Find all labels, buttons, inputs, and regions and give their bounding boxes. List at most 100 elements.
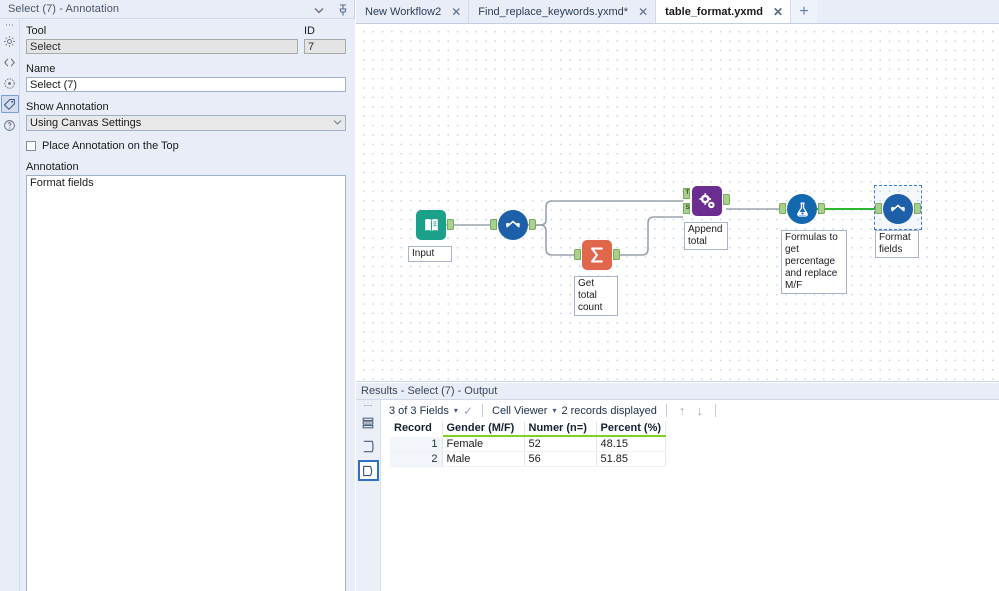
results-rail-output[interactable]: [357, 460, 379, 481]
book-icon: [416, 210, 446, 240]
check-icon[interactable]: ✓: [463, 404, 473, 418]
input-anchor-source[interactable]: S: [683, 203, 690, 214]
id-field-group: ID: [304, 25, 346, 54]
tool-append[interactable]: T S Append total: [683, 186, 730, 250]
toolbar-divider: [665, 404, 667, 417]
output-anchor[interactable]: [613, 249, 620, 260]
tool-id-row: Tool ID: [26, 25, 346, 54]
tool-icon-wrap: [574, 240, 620, 270]
id-field-label: ID: [304, 25, 315, 37]
show-annotation-select[interactable]: Using Canvas SettingsAlwaysNever: [26, 115, 346, 131]
panel-drag-handle[interactable]: [3, 21, 17, 29]
tool-icon-wrap: [875, 194, 921, 224]
tool-field-group: Tool: [26, 25, 298, 54]
results-rail-sigma[interactable]: [358, 436, 379, 457]
tool-field-label: Tool: [26, 25, 47, 37]
cell-record: 1: [390, 436, 443, 452]
results-rail-data-stack[interactable]: [358, 412, 379, 433]
cell-record: 2: [390, 451, 443, 467]
results-data-table[interactable]: Record Gender (M/F) Numer (n=) Percent (…: [390, 421, 667, 467]
column-header-percent[interactable]: Percent (%): [596, 421, 667, 437]
tool-label-append: Append total: [684, 222, 728, 250]
chevron-down-icon[interactable]: ▾: [454, 406, 458, 415]
chevron-down-icon[interactable]: [312, 3, 326, 17]
show-annotation-label: Show Annotation: [26, 101, 109, 113]
annotation-textarea[interactable]: [26, 175, 346, 591]
tab-close-icon[interactable]: ✕: [638, 6, 648, 18]
place-on-top-label: Place Annotation on the Top: [42, 140, 179, 152]
tab-close-icon[interactable]: ✕: [451, 6, 461, 18]
name-field-label: Name: [26, 63, 56, 75]
cell-percent: 48.15: [596, 436, 667, 452]
fields-selector[interactable]: 3 of 3 Fields: [389, 405, 449, 417]
output-anchor[interactable]: [818, 203, 825, 214]
id-field[interactable]: [304, 39, 346, 54]
tool-label-input: Input: [408, 246, 452, 262]
sigma-panel-icon: [363, 440, 374, 453]
workflow-canvas[interactable]: Input Get total count T S Append total F…: [356, 24, 999, 382]
name-field[interactable]: [26, 77, 346, 92]
results-drag-handle[interactable]: [361, 402, 375, 409]
tool-formula[interactable]: Formulas to get percentage and replace M…: [779, 194, 847, 294]
select-icon: [498, 210, 528, 240]
input-anchor-target[interactable]: T: [683, 188, 690, 199]
help-icon: [4, 119, 15, 131]
config-panel-window-controls: [312, 0, 350, 19]
rail-item-interface-designer[interactable]: [1, 74, 19, 92]
table-row[interactable]: 2 Male 56 51.85: [390, 451, 667, 467]
cell-viewer-selector[interactable]: Cell Viewer: [492, 405, 547, 417]
place-on-top-checkbox[interactable]: [26, 141, 36, 151]
input-anchor[interactable]: [490, 219, 497, 230]
rail-item-xml[interactable]: [1, 53, 19, 71]
chevron-down-icon[interactable]: ▾: [552, 406, 556, 415]
tool-field[interactable]: [26, 39, 298, 54]
anchor-letter-s: S: [685, 205, 690, 211]
results-panel: Results - Select (7) - Output 3 of 3 Fie…: [356, 383, 999, 591]
place-on-top-row[interactable]: Place Annotation on the Top: [26, 140, 346, 152]
config-panel-title: Select (7) - Annotation: [8, 3, 120, 15]
records-displayed-label: 2 records displayed: [561, 404, 657, 417]
tab-new-workflow2[interactable]: New Workflow2 ✕: [356, 0, 470, 23]
column-header-numer[interactable]: Numer (n=): [524, 421, 597, 437]
input-anchor[interactable]: [779, 203, 786, 214]
results-toolbar: 3 of 3 Fields ▾ ✓ Cell Viewer ▾ 2 record…: [382, 400, 999, 421]
pin-icon[interactable]: [336, 3, 350, 17]
cell-gender: Female: [442, 436, 525, 452]
rail-item-configuration[interactable]: [1, 32, 19, 50]
output-anchor[interactable]: [723, 194, 730, 205]
config-panel-titlebar: Select (7) - Annotation: [0, 0, 354, 19]
cell-numer: 52: [524, 436, 597, 452]
tool-select-2[interactable]: Format fields: [874, 185, 922, 258]
output-anchor[interactable]: [447, 219, 454, 230]
column-header-record[interactable]: Record: [390, 421, 443, 437]
tool-select-1[interactable]: [490, 210, 536, 240]
output-anchor[interactable]: [529, 219, 536, 230]
output-anchor[interactable]: [914, 203, 921, 214]
input-anchor[interactable]: [875, 203, 882, 214]
table-header: Record Gender (M/F) Numer (n=) Percent (…: [390, 421, 667, 437]
anchor-letter-t: T: [685, 190, 690, 196]
table-row[interactable]: 1 Female 52 48.15: [390, 436, 667, 452]
tab-label: Find_replace_keywords.yxmd*: [478, 5, 629, 18]
tool-summarize[interactable]: Get total count: [574, 240, 620, 316]
table-header-row: Record Gender (M/F) Numer (n=) Percent (…: [390, 421, 667, 437]
column-header-gender[interactable]: Gender (M/F): [442, 421, 525, 437]
tab-close-icon[interactable]: ✕: [773, 6, 783, 18]
scroll-down-icon[interactable]: ↓: [693, 403, 706, 418]
tool-input[interactable]: Input: [408, 210, 454, 262]
table-body: 1 Female 52 48.15 2 Male 56 51.85: [390, 436, 667, 467]
tab-table-format[interactable]: table_format.yxmd ✕: [656, 0, 792, 23]
cell-percent: 51.85: [596, 451, 667, 467]
rail-item-annotation[interactable]: [0, 95, 19, 113]
cell-numer: 56: [524, 451, 597, 467]
rail-item-help[interactable]: [1, 116, 19, 134]
tool-label-formula: Formulas to get percentage and replace M…: [781, 230, 847, 294]
tab-label: New Workflow2: [365, 5, 442, 18]
new-tab-button[interactable]: +: [791, 0, 818, 23]
scroll-up-icon[interactable]: ↑: [676, 403, 689, 418]
input-anchor[interactable]: [574, 249, 581, 260]
tag-icon: [4, 98, 15, 110]
tab-find-replace-keywords[interactable]: Find_replace_keywords.yxmd* ✕: [469, 0, 657, 23]
tool-label-summarize: Get total count: [574, 276, 618, 316]
select-icon: [883, 194, 913, 224]
